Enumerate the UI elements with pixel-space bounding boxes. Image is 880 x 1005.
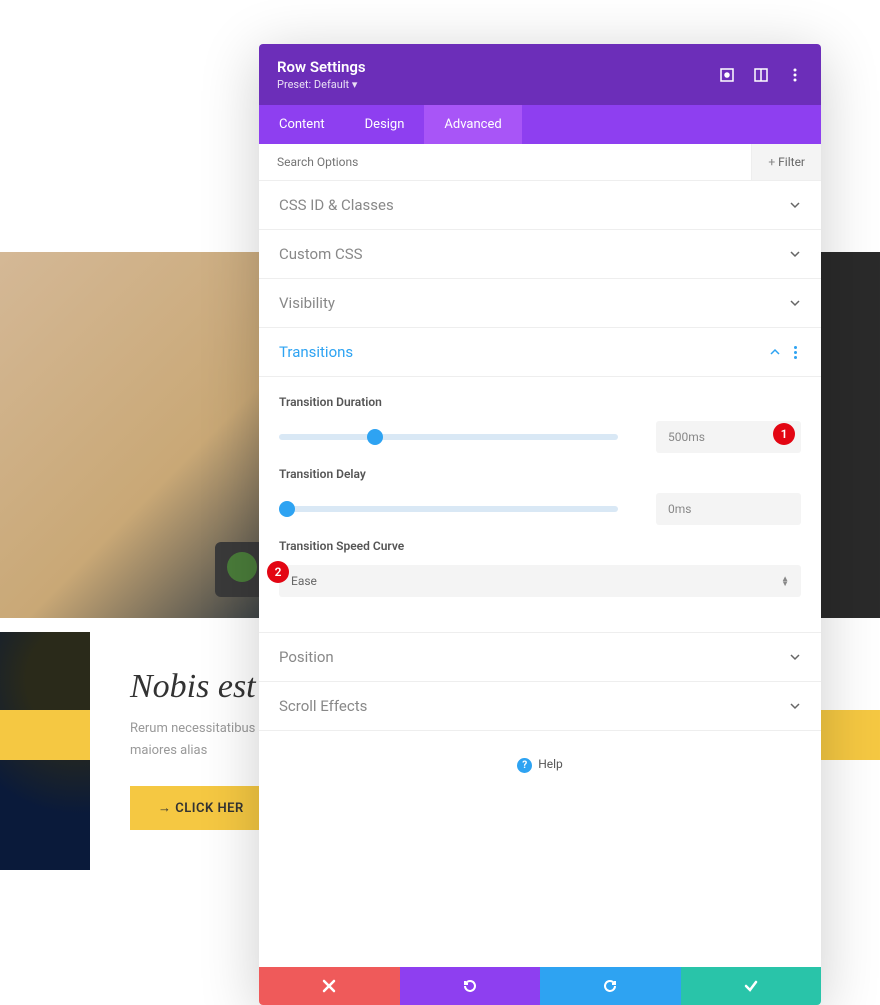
help-row[interactable]: ?Help (259, 731, 821, 799)
modal-title: Row Settings (277, 58, 366, 76)
modal-header: Row Settings Preset: Default ▾ (259, 44, 821, 105)
settings-tabs: Content Design Advanced (259, 105, 821, 144)
chevron-down-icon (789, 700, 801, 712)
tab-content[interactable]: Content (259, 105, 345, 144)
kebab-menu-icon[interactable] (787, 67, 803, 83)
transitions-body: Transition Duration 1 Transition Delay T… (259, 377, 821, 615)
curve-select[interactable]: Ease ▲▼ (279, 565, 801, 597)
filter-button[interactable]: Filter (751, 144, 821, 180)
section-transitions[interactable]: Transitions (259, 328, 821, 377)
slider-thumb[interactable] (279, 501, 295, 517)
save-button[interactable] (681, 967, 822, 1005)
cta-button[interactable]: CLICK HER (130, 786, 272, 830)
undo-button[interactable] (400, 967, 541, 1005)
section-menu-icon[interactable] (789, 346, 801, 359)
tab-advanced[interactable]: Advanced (424, 105, 521, 144)
chevron-down-icon (789, 297, 801, 309)
chevron-down-icon (789, 199, 801, 211)
duration-slider[interactable] (279, 434, 618, 440)
preset-dropdown[interactable]: Preset: Default ▾ (277, 78, 366, 91)
slider-thumb[interactable] (367, 429, 383, 445)
delay-input[interactable] (656, 493, 801, 525)
chevron-up-icon (769, 346, 781, 358)
curve-label: Transition Speed Curve (279, 539, 801, 553)
search-row: Filter (259, 144, 821, 181)
expand-icon[interactable] (719, 67, 735, 83)
section-css-id[interactable]: CSS ID & Classes (259, 181, 821, 230)
redo-button[interactable] (540, 967, 681, 1005)
modal-footer (259, 967, 821, 1005)
cancel-button[interactable] (259, 967, 400, 1005)
section-position[interactable]: Position (259, 633, 821, 682)
delay-slider[interactable] (279, 506, 618, 512)
delay-label: Transition Delay (279, 467, 801, 481)
section-custom-css[interactable]: Custom CSS (259, 230, 821, 279)
select-arrows-icon: ▲▼ (781, 576, 789, 586)
help-icon: ? (517, 758, 532, 773)
chevron-down-icon (789, 248, 801, 260)
tab-design[interactable]: Design (345, 105, 425, 144)
transition-curve-field: Transition Speed Curve Ease ▲▼ 2 (279, 539, 801, 597)
search-input[interactable] (259, 144, 751, 180)
chevron-down-icon (789, 651, 801, 663)
section-visibility[interactable]: Visibility (259, 279, 821, 328)
row-settings-modal: Row Settings Preset: Default ▾ Content D… (259, 44, 821, 1005)
annotation-badge-2: 2 (267, 561, 289, 583)
transition-duration-field: Transition Duration 1 (279, 395, 801, 453)
columns-icon[interactable] (753, 67, 769, 83)
section-scroll-effects[interactable]: Scroll Effects (259, 682, 821, 731)
transition-delay-field: Transition Delay (279, 467, 801, 525)
duration-label: Transition Duration (279, 395, 801, 409)
annotation-badge-1: 1 (773, 423, 795, 445)
